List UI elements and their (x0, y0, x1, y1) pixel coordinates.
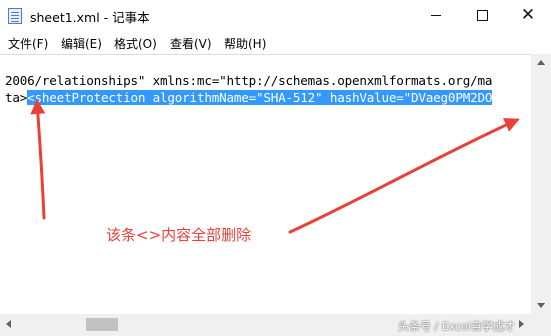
close-button[interactable]: ✕ (505, 0, 551, 31)
minimize-icon (431, 15, 441, 16)
title-bar[interactable]: sheet1.xml - 记事本 ✕ (0, 0, 551, 31)
close-icon: ✕ (520, 5, 536, 25)
scroll-down-arrow-icon[interactable] (537, 303, 545, 308)
maximize-button[interactable] (459, 0, 505, 31)
menu-help[interactable]: 帮助(H) (224, 35, 266, 52)
notepad-app-icon (8, 8, 22, 24)
scroll-left-arrow-icon[interactable] (6, 320, 11, 328)
horizontal-scroll-thumb[interactable] (86, 318, 118, 331)
menu-file[interactable]: 文件(F) (8, 35, 48, 52)
text-editor-area[interactable]: 2006/relationships" xmlns:mc="http://sch… (0, 54, 531, 315)
menu-edit[interactable]: 编辑(E) (61, 35, 102, 52)
vertical-scrollbar[interactable] (531, 54, 551, 314)
scroll-right-arrow-icon[interactable] (519, 320, 524, 328)
notepad-window: sheet1.xml - 记事本 ✕ 文件(F) 编辑(E) 格式(O) 查看(… (0, 0, 551, 336)
watermark-text: 头条号 / Excel自学成才 (398, 320, 515, 333)
window-title: sheet1.xml - 记事本 (30, 10, 150, 25)
minimize-button[interactable] (413, 0, 459, 31)
selected-text[interactable]: <sheetProtection algorithmName="SHA-512"… (27, 90, 492, 105)
text-line-2-prefix: ta> (5, 90, 28, 105)
annotation-note: 该条<>内容全部删除 (106, 226, 252, 244)
text-line-1: 2006/relationships" xmlns:mc="http://sch… (5, 73, 493, 88)
maximize-icon (476, 10, 488, 21)
menu-bar: 文件(F) 编辑(E) 格式(O) 查看(V) 帮助(H) (0, 31, 551, 53)
menu-format[interactable]: 格式(O) (114, 35, 157, 52)
text-line-2: ta><sheetProtection algorithmName="SHA-5… (5, 90, 492, 105)
menu-view[interactable]: 查看(V) (170, 35, 212, 52)
scroll-up-arrow-icon[interactable] (537, 60, 545, 65)
